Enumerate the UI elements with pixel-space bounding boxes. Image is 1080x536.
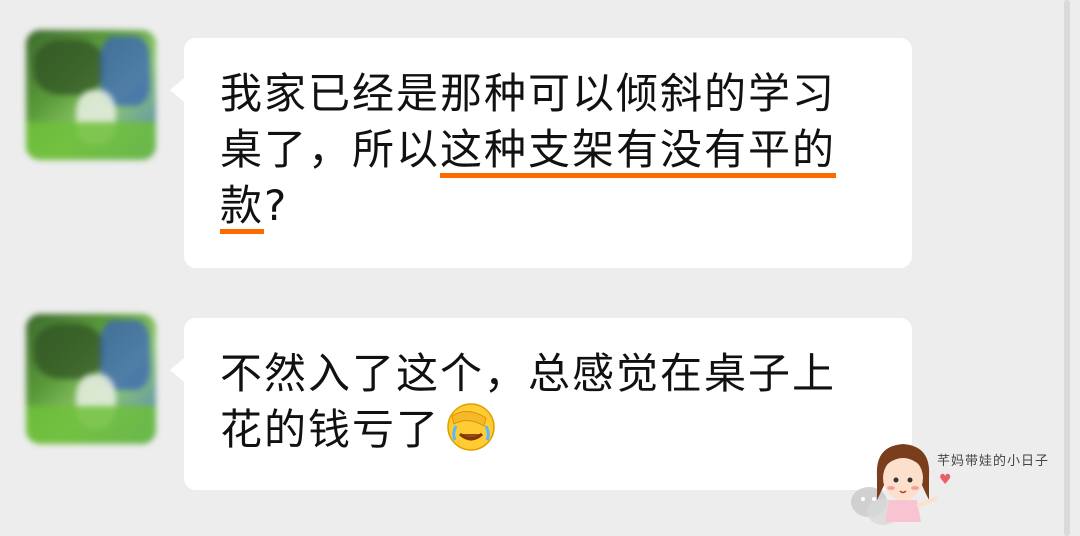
message-bubble[interactable]: 我家已经是那种可以倾斜的学习桌了，所以这种支架有没有平的款? — [170, 38, 912, 268]
contact-avatar[interactable] — [26, 30, 156, 160]
watermark: 芊妈带娃的小日子 ♥ — [845, 432, 1080, 536]
heart-icon: ♥ — [939, 472, 952, 488]
contact-avatar[interactable] — [26, 314, 156, 444]
cartoon-girl-icon — [876, 444, 938, 522]
face-palm-tears-emoji-icon — [446, 402, 496, 452]
message-text: 不然入了这个，总感觉在桌子上花的钱亏了 — [220, 346, 878, 458]
message-text-part: ? — [264, 181, 289, 230]
message-text-part: 不然入了这个，总感觉在桌子上花的钱亏了 — [220, 349, 837, 454]
message-bubble[interactable]: 不然入了这个，总感觉在桌子上花的钱亏了 — [170, 318, 912, 490]
message-text: 我家已经是那种可以倾斜的学习桌了，所以这种支架有没有平的款? — [220, 66, 878, 234]
watermark-label: 芊妈带娃的小日子 — [937, 454, 1050, 469]
